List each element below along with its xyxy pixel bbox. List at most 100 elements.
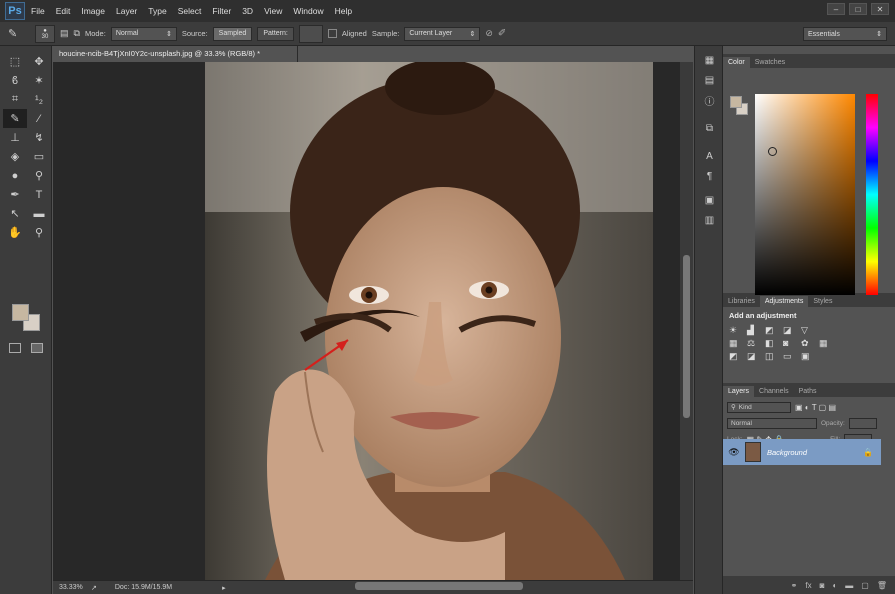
menu-3d[interactable]: 3D (242, 6, 253, 16)
workspace-select[interactable]: Essentials ⇕ (803, 27, 887, 41)
tab-layers[interactable]: Layers (723, 386, 755, 397)
photo-filter-icon[interactable]: ◙ (783, 338, 800, 349)
document-tab[interactable]: houcine-ncib-B4TjXnI0Y2c-unsplash.jpg @ … (53, 46, 298, 62)
layer-comps-icon[interactable]: ▣ (695, 190, 724, 210)
move-tool-icon[interactable]: ✥ (27, 52, 51, 71)
opacity-input[interactable] (848, 417, 877, 429)
properties-icon[interactable]: ▤ (695, 70, 724, 90)
new-group-icon[interactable]: ▬ (845, 581, 853, 590)
type-tool-icon[interactable]: T (27, 185, 51, 204)
layer-row-background[interactable]: 👁 Background 🔒 (723, 439, 881, 465)
clone-stamp-tool-icon[interactable]: ⊥ (3, 128, 27, 147)
posterize-icon[interactable]: ◪ (747, 351, 764, 362)
sample-select[interactable]: Current Layer ⇕ (404, 26, 481, 41)
layer-style-icon[interactable]: fx (805, 581, 811, 590)
new-adjustment-icon[interactable]: ◐ (832, 581, 837, 590)
levels-icon[interactable]: ▟ (747, 325, 764, 336)
kind-filter-select[interactable]: ⚲ Kind (727, 401, 791, 413)
visibility-eye-icon[interactable]: 👁 (723, 447, 745, 458)
hue-saturation-icon[interactable]: ▦ (729, 338, 746, 349)
crop-tool-icon[interactable]: ⌗ (3, 90, 27, 109)
hue-slider[interactable] (866, 94, 878, 295)
curves-icon[interactable]: ◩ (765, 325, 782, 336)
menu-image[interactable]: Image (81, 6, 105, 16)
quick-mask-icon[interactable] (31, 343, 43, 353)
canvas-area[interactable] (53, 62, 680, 580)
clone-source-panel-icon[interactable]: ⧉ (695, 118, 724, 138)
pen-tool-icon[interactable]: ✒ (3, 185, 27, 204)
menu-view[interactable]: View (264, 6, 282, 16)
clone-stamp-preset-icon[interactable]: ✎ (8, 27, 30, 40)
filter-pixel-icon[interactable]: ▣ ◐ T ▢ ▤ (795, 403, 836, 412)
healing-brush-tool-icon[interactable]: ✎ (3, 109, 27, 128)
eraser-tool-icon[interactable]: ◈ (3, 147, 27, 166)
menu-layer[interactable]: Layer (116, 6, 137, 16)
sampled-button[interactable]: Sampled (212, 26, 253, 41)
brush-tool-icon[interactable]: ⁄ (27, 109, 51, 128)
zoom-tool-icon[interactable]: ⚲ (27, 223, 51, 242)
path-selection-tool-icon[interactable]: ↖ (3, 204, 27, 223)
menu-select[interactable]: Select (178, 6, 202, 16)
dodge-tool-icon[interactable]: ⚲ (27, 166, 51, 185)
new-layer-icon[interactable]: ▢ (861, 581, 869, 590)
horizontal-scroll-thumb[interactable] (355, 582, 523, 590)
gradient-tool-icon[interactable]: ▭ (27, 147, 51, 166)
link-layers-icon[interactable]: ⚭ (791, 581, 798, 590)
hand-tool-icon[interactable]: ✋ (3, 223, 27, 242)
notes-icon[interactable]: ▥ (695, 210, 724, 230)
menu-window[interactable]: Window (293, 6, 323, 16)
info-icon[interactable]: ⓘ (695, 90, 724, 110)
eyedropper-tool-icon[interactable]: ¹₂ (27, 90, 51, 109)
color-field[interactable] (755, 94, 855, 295)
pattern-picker[interactable] (298, 24, 323, 43)
minimize-icon[interactable]: – (827, 3, 845, 15)
history-brush-tool-icon[interactable]: ↯ (27, 128, 51, 147)
vibrance-icon[interactable]: ▽ (801, 325, 818, 336)
character-icon[interactable]: A (695, 146, 724, 166)
channel-mixer-icon[interactable]: ✿ (801, 338, 818, 349)
menu-filter[interactable]: Filter (212, 6, 231, 16)
threshold-icon[interactable]: ◫ (765, 351, 782, 362)
history-icon[interactable]: ▦ (695, 50, 724, 70)
tab-paths[interactable]: Paths (794, 386, 822, 397)
menu-file[interactable]: File (31, 6, 45, 16)
black-white-icon[interactable]: ◧ (765, 338, 782, 349)
delete-layer-icon[interactable]: 🗑 (877, 581, 887, 590)
magic-wand-tool-icon[interactable]: ✶ (27, 71, 51, 90)
export-icon[interactable]: ↗ (91, 584, 97, 592)
marquee-tool-icon[interactable]: ⬚ (3, 52, 27, 71)
foreground-color-swatch[interactable] (12, 304, 29, 321)
tab-swatches[interactable]: Swatches (750, 57, 790, 68)
gradient-map-icon[interactable]: ▭ (783, 351, 800, 362)
pattern-button[interactable]: Pattern: (257, 26, 294, 41)
pressure-icon[interactable]: ✐ (498, 28, 506, 39)
panel-foreground-swatch[interactable] (730, 96, 742, 108)
rectangle-tool-icon[interactable]: ▬ (27, 204, 51, 223)
vertical-scroll-thumb[interactable] (683, 255, 690, 418)
zoom-level[interactable]: 33.33% (59, 584, 87, 591)
selective-color-icon[interactable]: ▣ (801, 351, 818, 362)
exposure-icon[interactable]: ◪ (783, 325, 800, 336)
aligned-checkbox[interactable] (327, 29, 337, 38)
color-lookup-icon[interactable]: ▦ (819, 338, 836, 349)
tab-color[interactable]: Color (723, 57, 750, 68)
menu-type[interactable]: Type (148, 6, 166, 16)
invert-icon[interactable]: ◩ (729, 351, 746, 362)
close-icon[interactable]: ✕ (871, 3, 889, 15)
add-mask-icon[interactable]: ◙ (820, 581, 825, 590)
menu-edit[interactable]: Edit (56, 6, 71, 16)
tab-channels[interactable]: Channels (754, 386, 794, 397)
brightness-icon[interactable]: ☀ (729, 325, 746, 336)
blur-tool-icon[interactable]: ● (3, 166, 27, 185)
paragraph-icon[interactable]: ¶ (695, 166, 724, 186)
brush-size-picker[interactable]: ● 30 (35, 24, 55, 43)
menu-help[interactable]: Help (335, 6, 352, 16)
maximize-icon[interactable]: □ (849, 3, 867, 15)
status-arrow-icon[interactable]: ▸ (222, 584, 226, 592)
layer-name[interactable]: Background (767, 448, 807, 457)
mode-select[interactable]: Normal ⇕ (110, 26, 177, 41)
blend-mode-select[interactable]: Normal (727, 417, 817, 429)
clone-source-icon[interactable]: ⧉ (74, 28, 80, 39)
ignore-adjustment-icon[interactable]: ⊘ (485, 28, 493, 39)
brush-panel-icon[interactable]: ▤ (60, 28, 69, 39)
